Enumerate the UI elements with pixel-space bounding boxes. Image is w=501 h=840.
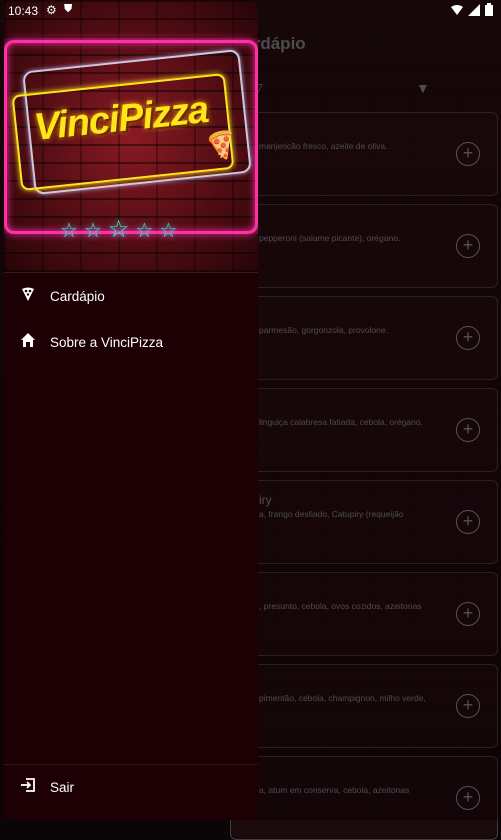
menu-item-sobre[interactable]: Sobre a VinciPizza <box>4 319 258 365</box>
home-icon <box>18 332 38 353</box>
menu-item-cardapio[interactable]: Cardápio <box>4 273 258 319</box>
star-icon: ☆ <box>60 220 78 242</box>
menu-item-label: Sobre a VinciPizza <box>50 334 164 350</box>
menu-item-label: Cardápio <box>50 288 105 304</box>
logout-icon <box>18 777 38 798</box>
star-icon: ☆ <box>83 220 102 242</box>
status-time: 10:43 <box>8 4 39 18</box>
neon-stars: ☆ ☆ ☆ ☆ ☆ <box>60 216 178 244</box>
signal-icon <box>468 3 480 16</box>
gear-icon: ⚙ <box>46 3 57 17</box>
star-icon: ☆ <box>107 216 130 243</box>
logout-button[interactable]: Sair <box>4 764 258 810</box>
status-icons <box>451 3 493 16</box>
star-icon: ☆ <box>135 220 154 242</box>
pizza-slice-icon <box>18 286 38 307</box>
shield-icon: ⛊ <box>64 3 73 15</box>
logout-label: Sair <box>50 779 75 795</box>
drawer-header: VinciPizza 🍕 ☆ ☆ ☆ ☆ ☆ <box>4 0 258 273</box>
navigation-drawer: VinciPizza 🍕 ☆ ☆ ☆ ☆ ☆ Cardápio Sobre a … <box>4 0 258 820</box>
status-bar: 10:43 ⚙ ⛊ <box>0 0 501 22</box>
battery-icon <box>485 3 493 16</box>
star-icon: ☆ <box>159 220 178 242</box>
wifi-icon <box>451 4 463 15</box>
